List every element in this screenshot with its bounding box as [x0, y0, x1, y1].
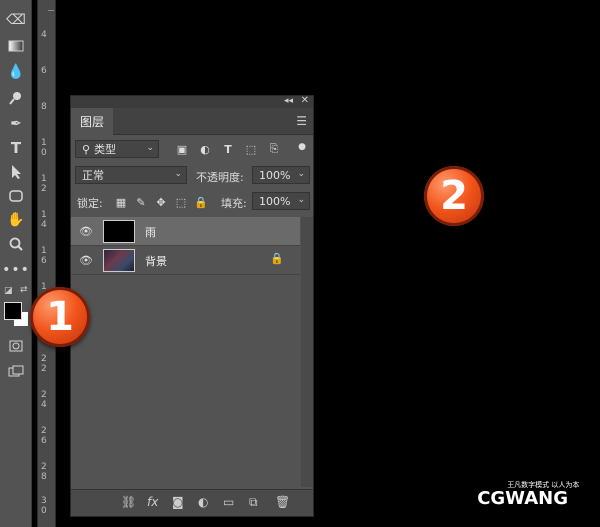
layers-panel: ◂◂ ✕ 图层 ☰ ⚲ 类型 ⌄ ▣ ◐ T ⬚ ⎘ ● 正常 ⌄ 不透明度: … — [70, 95, 314, 517]
blend-row: 正常 ⌄ 不透明度: 100% ⌄ — [71, 166, 313, 188]
search-icon: ⚲ — [82, 142, 91, 156]
adjustment-layer-icon[interactable]: ◐ — [198, 495, 208, 509]
opacity-label: 不透明度: — [196, 171, 244, 184]
filter-kind-label: 类型 — [94, 143, 117, 156]
panel-title-bar[interactable]: ◂◂ ✕ — [71, 95, 313, 108]
ruler-number: 4 — [41, 30, 47, 40]
tab-layers[interactable]: 图层 — [71, 108, 113, 135]
tools-toolbar: ⌫ 💧 ✒ T ✋ ••• ◪ ⇄ — [0, 0, 32, 527]
add-mask-icon[interactable]: ◙ — [172, 495, 184, 509]
type-tool-icon[interactable]: T — [5, 138, 27, 158]
panel-menu-icon[interactable]: ☰ — [296, 114, 307, 128]
layer-row-rain[interactable]: 👁 雨 — [71, 217, 300, 246]
smart-object-filter-icon[interactable]: ⎘ — [267, 142, 281, 156]
hand-tool-icon[interactable]: ✋ — [5, 210, 27, 230]
lock-image-icon[interactable]: ✎ — [134, 195, 148, 209]
layer-row-background[interactable]: 👁 背景 🔒 — [71, 246, 300, 275]
ruler-number: 2 8 — [41, 462, 47, 482]
eye-icon[interactable]: 👁 — [79, 254, 93, 267]
new-layer-icon[interactable]: ⧉ — [249, 495, 258, 510]
filter-toggle-icon[interactable]: ● — [295, 140, 309, 154]
fill-label: 填充: — [221, 197, 247, 210]
filter-kind-select[interactable]: ⚲ 类型 ⌄ — [75, 140, 159, 158]
layer-name: 背景 — [145, 255, 167, 268]
ruler-number: 1 0 — [41, 138, 47, 158]
blur-tool-icon[interactable]: 💧 — [5, 62, 27, 82]
zoom-tool-icon[interactable] — [5, 234, 27, 254]
trash-icon[interactable]: 🗑 — [275, 495, 290, 509]
type-filter-icon[interactable]: T — [221, 142, 235, 156]
ruler-number: 3 0 — [41, 496, 47, 516]
link-layers-icon[interactable]: ⛓ — [121, 495, 136, 509]
chevron-down-icon: ⌄ — [297, 195, 305, 205]
pixel-filter-icon[interactable]: ▣ — [175, 142, 189, 156]
layer-name: 雨 — [145, 226, 156, 239]
ruler-number: 2 6 — [41, 426, 47, 446]
eraser-tool-icon[interactable]: ⌫ — [5, 10, 27, 30]
eye-icon[interactable]: 👁 — [79, 225, 93, 238]
ruler-number: 2 2 — [41, 354, 47, 374]
layer-thumbnail — [103, 249, 135, 272]
fill-value: 100% — [259, 194, 291, 208]
opacity-input[interactable]: 100% ⌄ — [252, 166, 310, 184]
watermark-logo: 王凡数字模式 以人为本 CGWANG — [477, 481, 579, 509]
shape-tool-icon[interactable] — [5, 186, 27, 206]
default-colors-icon[interactable]: ◪ — [4, 286, 13, 296]
watermark-brand: CGWANG — [477, 488, 568, 509]
ruler-number: 8 — [41, 102, 47, 112]
chevron-down-icon: ⌄ — [297, 169, 305, 179]
chevron-down-icon: ⌄ — [146, 143, 154, 153]
foreground-color-swatch[interactable] — [4, 302, 22, 320]
fx-icon[interactable]: fx — [147, 495, 158, 509]
layer-filter-row: ⚲ 类型 ⌄ ▣ ◐ T ⬚ ⎘ ● — [71, 140, 313, 162]
adjustment-filter-icon[interactable]: ◐ — [198, 142, 212, 156]
ruler-number: 1 2 — [41, 174, 47, 194]
blend-mode-value: 正常 — [82, 169, 104, 182]
layers-scrollbar[interactable] — [301, 217, 313, 487]
pen-tool-icon[interactable]: ✒ — [5, 114, 27, 134]
vertical-ruler: 4 6 8 1 0 1 2 1 4 1 6 1 8 2 0 2 2 2 4 2 … — [37, 0, 56, 527]
ruler-number: 1 6 — [41, 246, 47, 266]
step-badge-2: 2 — [424, 166, 484, 226]
lock-label: 锁定: — [77, 197, 103, 210]
opacity-value: 100% — [259, 168, 291, 182]
more-tools-icon[interactable]: ••• — [2, 260, 29, 280]
close-icon[interactable]: ✕ — [301, 95, 309, 106]
watermark-tagline: 王凡数字模式 以人为本 — [507, 481, 580, 489]
lock-all-icon[interactable]: 🔒 — [194, 195, 208, 209]
ruler-number: 2 4 — [41, 390, 47, 410]
ruler-number: 6 — [41, 66, 47, 76]
layers-list: 👁 雨 👁 背景 🔒 — [71, 217, 313, 487]
dodge-tool-icon[interactable] — [5, 88, 27, 108]
shape-filter-icon[interactable]: ⬚ — [244, 142, 258, 156]
quick-mask-icon[interactable] — [5, 336, 27, 356]
blend-mode-select[interactable]: 正常 ⌄ — [75, 166, 187, 184]
gradient-tool-icon[interactable] — [5, 36, 27, 56]
screen-mode-icon[interactable] — [5, 362, 27, 382]
lock-row: 锁定: ▦ ✎ ✥ ⬚ 🔒 填充: 100% ⌄ — [71, 192, 313, 214]
collapse-icon[interactable]: ◂◂ — [284, 96, 293, 106]
lock-position-icon[interactable]: ✥ — [154, 195, 168, 209]
lock-transparent-icon[interactable]: ▦ — [114, 195, 128, 209]
step-badge-1: 1 — [30, 287, 90, 347]
chevron-down-icon: ⌄ — [174, 169, 182, 179]
lock-artboard-icon[interactable]: ⬚ — [174, 195, 188, 209]
layers-bottom-bar: ⛓ fx ◙ ◐ ▭ ⧉ 🗑 — [71, 489, 313, 516]
path-selection-tool-icon[interactable] — [5, 162, 27, 182]
ruler-number: 1 4 — [41, 210, 47, 230]
layer-thumbnail — [103, 220, 135, 243]
panel-tab-bar: 图层 ☰ — [71, 108, 313, 135]
lock-icon: 🔒 — [270, 252, 284, 265]
fill-input[interactable]: 100% ⌄ — [252, 192, 310, 210]
new-group-icon[interactable]: ▭ — [223, 495, 234, 509]
swap-colors-icon[interactable]: ⇄ — [20, 285, 28, 295]
